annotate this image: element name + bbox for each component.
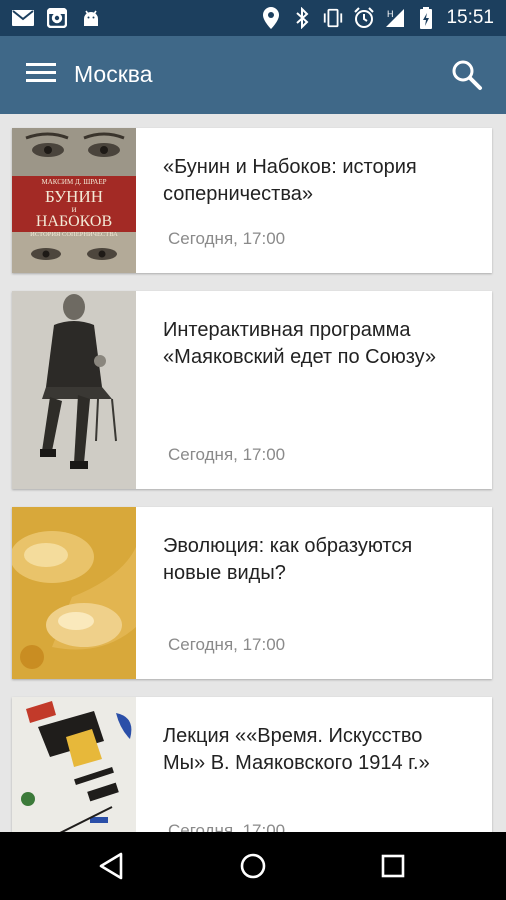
recents-button[interactable] bbox=[373, 846, 413, 886]
home-icon bbox=[240, 853, 266, 879]
instagram-icon bbox=[46, 7, 68, 29]
mail-icon bbox=[12, 7, 34, 29]
book-cover-image: МАКСИМ Д. ШРАЕР БУНИН и НАБОКОВ ИСТОРИЯ … bbox=[12, 128, 136, 273]
recents-icon bbox=[381, 854, 405, 878]
clock: 15:51 bbox=[446, 7, 494, 28]
event-card[interactable]: Лекция ««Время. Искусство Мы» В. Маяковс… bbox=[12, 697, 492, 832]
event-date: Сегодня, 17:00 bbox=[168, 821, 286, 832]
signal-icon: H bbox=[384, 7, 406, 29]
cover-subtitle: ИСТОРИЯ СОПЕРНИЧЕСТВА bbox=[30, 231, 118, 238]
event-card[interactable]: МАКСИМ Д. ШРАЕР БУНИН и НАБОКОВ ИСТОРИЯ … bbox=[12, 128, 492, 273]
location-icon bbox=[260, 7, 282, 29]
event-list[interactable]: МАКСИМ Д. ШРАЕР БУНИН и НАБОКОВ ИСТОРИЯ … bbox=[0, 114, 506, 832]
back-icon bbox=[99, 852, 123, 880]
cover-title-line1: БУНИН bbox=[44, 187, 104, 206]
search-button[interactable] bbox=[450, 58, 484, 92]
alarm-icon bbox=[353, 7, 375, 29]
back-button[interactable] bbox=[93, 846, 133, 886]
event-title: Лекция ««Время. Искусство Мы» В. Маяковс… bbox=[163, 725, 430, 774]
search-icon bbox=[452, 60, 482, 90]
home-button[interactable] bbox=[233, 846, 273, 886]
event-card[interactable]: Эволюция: как образуются новые виды? Сег… bbox=[12, 507, 492, 679]
event-date: Сегодня, 17:00 bbox=[168, 229, 286, 248]
suprematism-image bbox=[12, 697, 136, 832]
event-title: «Бунин и Набоков: история соперничества» bbox=[163, 156, 417, 205]
event-date: Сегодня, 17:00 bbox=[168, 445, 286, 464]
mayakovsky-photo bbox=[12, 291, 136, 489]
cover-author: МАКСИМ Д. ШРАЕР bbox=[41, 178, 107, 186]
battery-icon bbox=[415, 7, 437, 29]
event-date: Сегодня, 17:00 bbox=[168, 635, 286, 654]
bluetooth-icon bbox=[291, 7, 313, 29]
vibrate-icon bbox=[322, 7, 344, 29]
menu-icon bbox=[26, 63, 56, 66]
cover-title-line3: НАБОКОВ bbox=[35, 213, 113, 230]
status-bar: H 15:51 bbox=[0, 0, 506, 36]
android-icon bbox=[80, 7, 102, 29]
shell-photo bbox=[12, 507, 136, 679]
city-title[interactable]: Москва bbox=[74, 61, 153, 88]
event-title: Интерактивная программа «Маяковский едет… bbox=[163, 319, 437, 368]
event-title: Эволюция: как образуются новые виды? bbox=[163, 535, 413, 584]
event-card[interactable]: Интерактивная программа «Маяковский едет… bbox=[12, 291, 492, 489]
navigation-bar bbox=[0, 832, 506, 900]
app-bar: Москва bbox=[0, 36, 506, 114]
menu-button[interactable] bbox=[26, 63, 56, 87]
svg-text:H: H bbox=[387, 9, 394, 19]
